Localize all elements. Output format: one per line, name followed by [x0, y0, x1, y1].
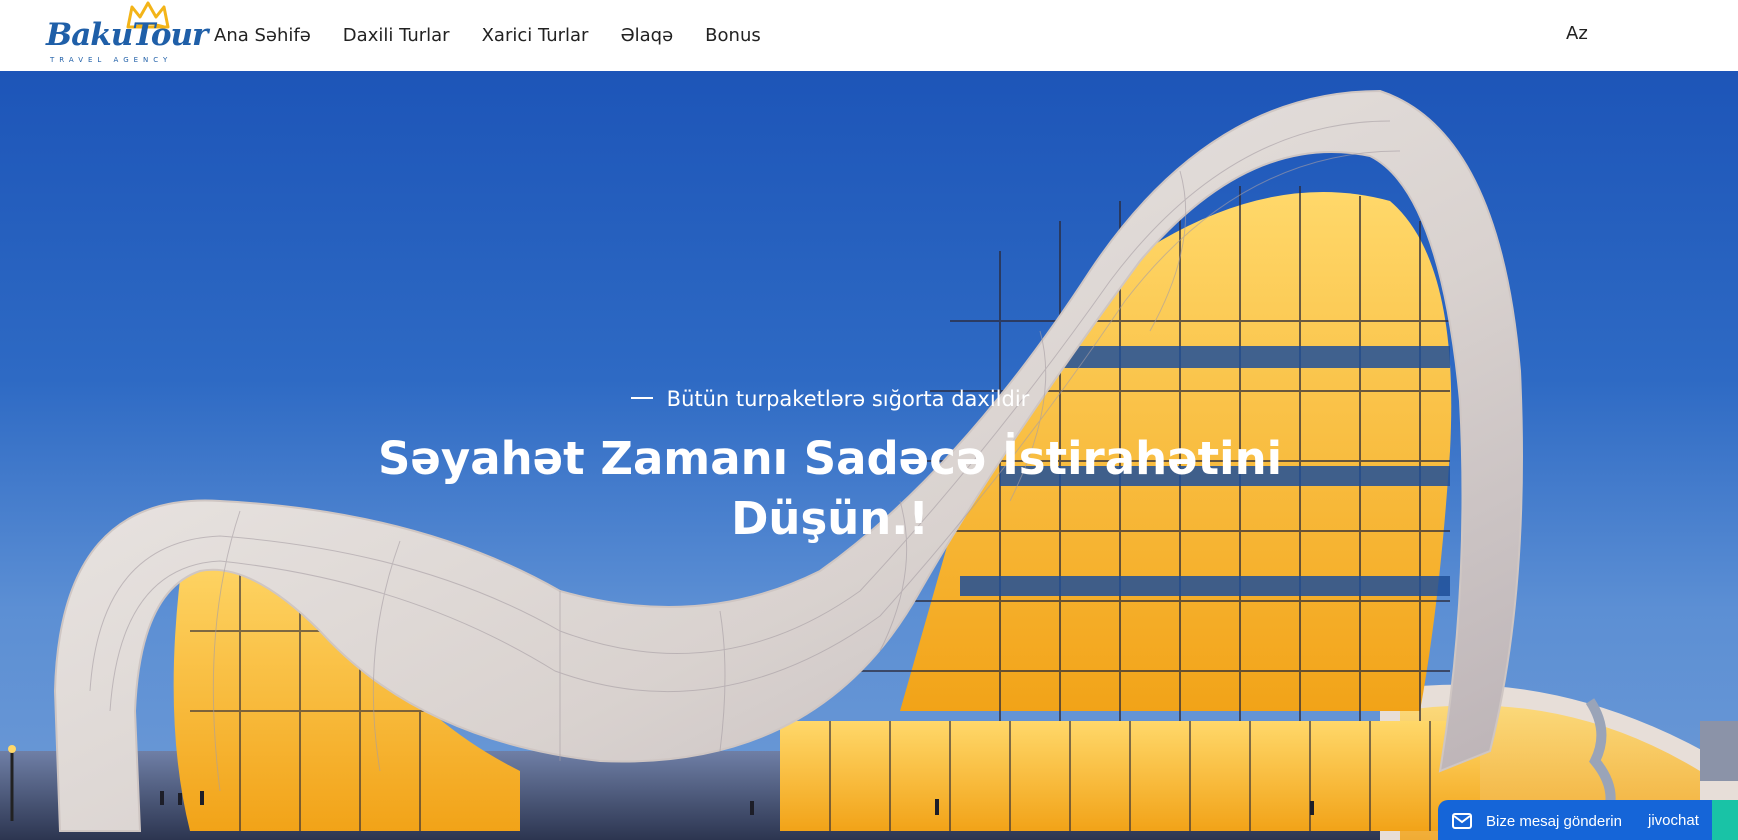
nav-item-bonus[interactable]: Bonus: [705, 25, 761, 46]
hero-content: Bütün turpaketlərə sığorta daxildir Səya…: [0, 71, 1738, 840]
nav-item-foreign-tours[interactable]: Xarici Turlar: [482, 25, 589, 46]
site-header: BakuTour TRAVEL AGENCY Ana Səhifə Daxili…: [0, 0, 1738, 71]
hero-tagline-text: Bütün turpaketlərə sığorta daxildir: [666, 387, 1030, 411]
main-nav: Ana Səhifə Daxili Turlar Xarici Turlar Ə…: [214, 0, 761, 70]
site-logo[interactable]: BakuTour TRAVEL AGENCY: [44, 0, 208, 70]
chat-widget-brand: jivochat: [1648, 812, 1699, 829]
language-switcher[interactable]: Az: [1566, 23, 1588, 44]
logo-subtitle: TRAVEL AGENCY: [50, 56, 173, 64]
hero-tagline: Bütün turpaketlərə sığorta daxildir: [0, 387, 1660, 411]
chat-widget-label: Bize mesaj gönderin: [1486, 812, 1622, 830]
chat-widget-button[interactable]: Bize mesaj gönderin jivochat: [1438, 800, 1738, 840]
hero-banner: Bütün turpaketlərə sığorta daxildir Səya…: [0, 71, 1738, 840]
nav-item-domestic-tours[interactable]: Daxili Turlar: [343, 25, 450, 46]
nav-item-home[interactable]: Ana Səhifə: [214, 25, 311, 46]
chat-widget-corner: [1712, 800, 1738, 840]
tagline-dash: [630, 397, 653, 399]
hero-headline: Səyahət Zamanı Sadəcə İstirahətini Düşün…: [377, 432, 1283, 545]
logo-wordmark: BakuTour: [46, 17, 208, 53]
nav-item-contact[interactable]: Əlaqə: [620, 25, 673, 46]
envelope-icon: [1452, 813, 1472, 829]
